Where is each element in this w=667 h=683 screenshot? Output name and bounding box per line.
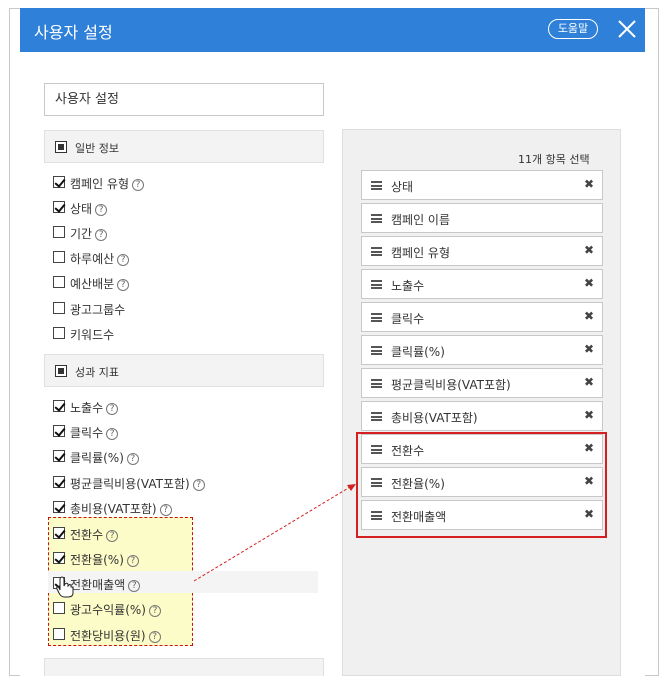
- help-icon[interactable]: ?: [95, 204, 108, 216]
- selected-item[interactable]: 클릭수 ✖: [361, 302, 603, 332]
- metric-label: 총비용(VAT포함): [70, 502, 157, 516]
- help-icon[interactable]: ?: [106, 428, 119, 440]
- checkbox[interactable]: [53, 501, 65, 513]
- help-icon[interactable]: ?: [106, 403, 119, 415]
- metric-label: 전환매출액: [70, 578, 126, 592]
- metric-label: 전환당비용(원): [70, 629, 146, 643]
- group-label: 일반 정보: [75, 142, 119, 155]
- checkbox[interactable]: [53, 176, 65, 188]
- selected-count: 11개 항목 선택: [518, 153, 590, 166]
- help-icon[interactable]: ?: [126, 453, 139, 465]
- selected-item-label: 클릭률(%): [391, 345, 445, 359]
- metric-label: 클릭률(%): [70, 451, 124, 465]
- dialog-title: 사용자 설정: [34, 23, 113, 42]
- checkbox[interactable]: [53, 552, 65, 564]
- metric-label: 키워드수: [70, 328, 115, 342]
- user-settings-dialog: 사용자 설정 도움말 사용자 설정 일반 정보 캠페인 유형? 상태? 기간? 하루예…: [20, 8, 645, 676]
- settings-name-input[interactable]: 사용자 설정: [44, 83, 324, 116]
- checkbox[interactable]: [53, 628, 65, 640]
- selected-item[interactable]: 총비용(VAT포함) ✖: [361, 401, 603, 431]
- hand-cursor-icon: [56, 576, 74, 598]
- dialog-header: 사용자 설정 도움말: [20, 8, 645, 52]
- selected-item[interactable]: 캠페인 이름: [361, 203, 603, 233]
- drag-handle-icon[interactable]: [371, 247, 382, 256]
- metric-label: 전환율(%): [70, 553, 124, 567]
- annotation-box: [356, 432, 607, 538]
- selected-item-label: 상태: [391, 180, 414, 194]
- remove-icon[interactable]: ✖: [584, 276, 594, 290]
- drag-handle-icon[interactable]: [371, 412, 382, 421]
- remove-icon[interactable]: ✖: [584, 408, 594, 422]
- selected-item-label: 캠페인 유형: [391, 246, 451, 260]
- metric-label: 캠페인 유형: [70, 177, 130, 191]
- selected-item-label: 클릭수: [391, 312, 425, 326]
- drag-handle-icon[interactable]: [371, 214, 382, 223]
- checkbox[interactable]: [53, 201, 65, 213]
- checkbox[interactable]: [53, 527, 65, 539]
- help-icon[interactable]: ?: [128, 580, 141, 592]
- metric-label: 예산배분: [70, 277, 115, 291]
- checkbox[interactable]: [53, 327, 65, 339]
- help-icon[interactable]: ?: [126, 555, 139, 567]
- selected-item[interactable]: 상태 ✖: [361, 170, 603, 200]
- checkbox[interactable]: [53, 425, 65, 437]
- help-icon[interactable]: ?: [148, 605, 161, 617]
- drag-handle-icon[interactable]: [371, 379, 382, 388]
- selected-item[interactable]: 클릭률(%) ✖: [361, 335, 603, 365]
- metric-label: 광고그룹수: [70, 303, 126, 317]
- close-icon: [618, 20, 636, 38]
- help-icon[interactable]: ?: [117, 254, 130, 266]
- checkbox[interactable]: [53, 400, 65, 412]
- selected-item-label: 총비용(VAT포함): [391, 411, 478, 425]
- close-button[interactable]: [614, 14, 640, 44]
- metric-label: 클릭수: [70, 426, 104, 440]
- metric-label: 노출수: [70, 401, 104, 415]
- remove-icon[interactable]: ✖: [584, 309, 594, 323]
- group-label: 성과 지표: [75, 366, 119, 379]
- help-icon[interactable]: ?: [106, 530, 119, 542]
- selected-item[interactable]: 캠페인 유형 ✖: [361, 236, 603, 266]
- group-header-general[interactable]: 일반 정보: [44, 130, 324, 163]
- group-header-performance[interactable]: 성과 지표: [44, 354, 324, 387]
- help-icon[interactable]: ?: [159, 504, 172, 516]
- drag-handle-icon[interactable]: [371, 346, 382, 355]
- checkbox[interactable]: [53, 476, 65, 488]
- metric-label: 하루예산: [70, 252, 115, 266]
- checkbox[interactable]: [53, 276, 65, 288]
- selected-item[interactable]: 평균클릭비용(VAT포함) ✖: [361, 368, 603, 398]
- checkbox[interactable]: [53, 226, 65, 238]
- selected-item-label: 노출수: [391, 279, 425, 293]
- help-icon[interactable]: ?: [192, 479, 205, 491]
- drag-handle-icon[interactable]: [371, 181, 382, 190]
- metric-label: 전환수: [70, 528, 104, 542]
- group-toggle-icon: [55, 365, 67, 377]
- remove-icon[interactable]: ✖: [584, 243, 594, 257]
- selected-item-label: 캠페인 이름: [391, 213, 451, 227]
- remove-icon[interactable]: ✖: [584, 177, 594, 191]
- selected-item-label: 평균클릭비용(VAT포함): [391, 378, 511, 392]
- metric-label: 평균클릭비용(VAT포함): [70, 477, 190, 491]
- metric-label: 기간: [70, 227, 93, 241]
- checkbox[interactable]: [53, 302, 65, 314]
- drag-handle-icon[interactable]: [371, 313, 382, 322]
- group-toggle-icon: [55, 141, 67, 153]
- drag-handle-icon[interactable]: [371, 280, 382, 289]
- selected-item[interactable]: 노출수 ✖: [361, 269, 603, 299]
- metric-label: 광고수익률(%): [70, 603, 146, 617]
- remove-icon[interactable]: ✖: [584, 375, 594, 389]
- checkbox[interactable]: [53, 450, 65, 462]
- help-icon[interactable]: ?: [95, 229, 108, 241]
- metric-label: 상태: [70, 202, 93, 216]
- help-button[interactable]: 도움말: [548, 19, 598, 39]
- group-header-next: [44, 658, 324, 676]
- help-icon[interactable]: ?: [148, 631, 161, 643]
- help-icon[interactable]: ?: [132, 179, 145, 191]
- checkbox[interactable]: [53, 251, 65, 263]
- remove-icon[interactable]: ✖: [584, 342, 594, 356]
- help-icon[interactable]: ?: [117, 279, 130, 291]
- checkbox[interactable]: [53, 602, 65, 614]
